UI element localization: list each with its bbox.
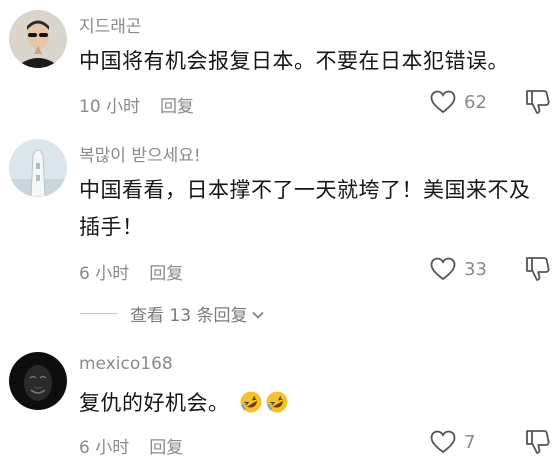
like-button[interactable]: 7 <box>430 428 475 456</box>
like-button[interactable]: 62 <box>430 88 487 116</box>
comment-meta: 6 小时 回复 <box>79 259 183 284</box>
comment-timestamp: 6 小时 <box>79 438 130 458</box>
comment-text-content: 复仇的好机会。 <box>79 391 230 415</box>
thumbs-down-icon <box>525 428 551 456</box>
dislike-button[interactable] <box>525 88 551 116</box>
thumbs-down-icon <box>525 255 551 283</box>
like-count: 7 <box>464 431 476 453</box>
heart-outline-icon <box>430 430 456 454</box>
comment-username[interactable]: 지드래곤 <box>79 12 142 37</box>
comment-meta: 10 小时 回复 <box>79 92 194 117</box>
avatar[interactable] <box>9 352 67 410</box>
avatar[interactable] <box>9 10 67 68</box>
view-more-replies-label: 查看 13 条回复 <box>130 305 248 326</box>
chevron-down-icon <box>252 304 265 323</box>
reply-button[interactable]: 回复 <box>160 97 194 117</box>
heart-outline-icon <box>430 90 456 114</box>
like-button[interactable]: 33 <box>430 255 487 283</box>
dislike-button[interactable] <box>525 428 551 456</box>
rolling-on-floor-laughing-emoji <box>265 389 289 426</box>
like-count: 62 <box>464 91 487 113</box>
divider <box>80 312 118 314</box>
rolling-on-floor-laughing-emoji <box>239 389 263 426</box>
thumbs-down-icon <box>525 88 551 116</box>
comment-text: 中国看看，日本撑不了一天就垮了！美国来不及插手！ <box>79 178 531 239</box>
reply-button[interactable]: 回复 <box>149 264 183 284</box>
comment-text: 复仇的好机会。 <box>79 385 539 426</box>
view-more-replies[interactable]: 查看 13 条回复 <box>80 300 265 326</box>
heart-outline-icon <box>430 257 456 281</box>
comment-meta: 6 小时 回复 <box>79 433 183 458</box>
like-count: 33 <box>464 258 487 280</box>
reply-button[interactable]: 回复 <box>149 438 183 458</box>
comment-text: 中国将有机会报复日本。不要在日本犯错误。 <box>79 49 509 73</box>
comment-username[interactable]: 복많이 받으세요! <box>79 141 201 166</box>
dislike-button[interactable] <box>525 255 551 283</box>
comment-timestamp: 10 小时 <box>79 97 141 117</box>
comment-username[interactable]: mexico168 <box>79 354 173 374</box>
comment-timestamp: 6 小时 <box>79 264 130 284</box>
avatar[interactable] <box>9 139 67 197</box>
